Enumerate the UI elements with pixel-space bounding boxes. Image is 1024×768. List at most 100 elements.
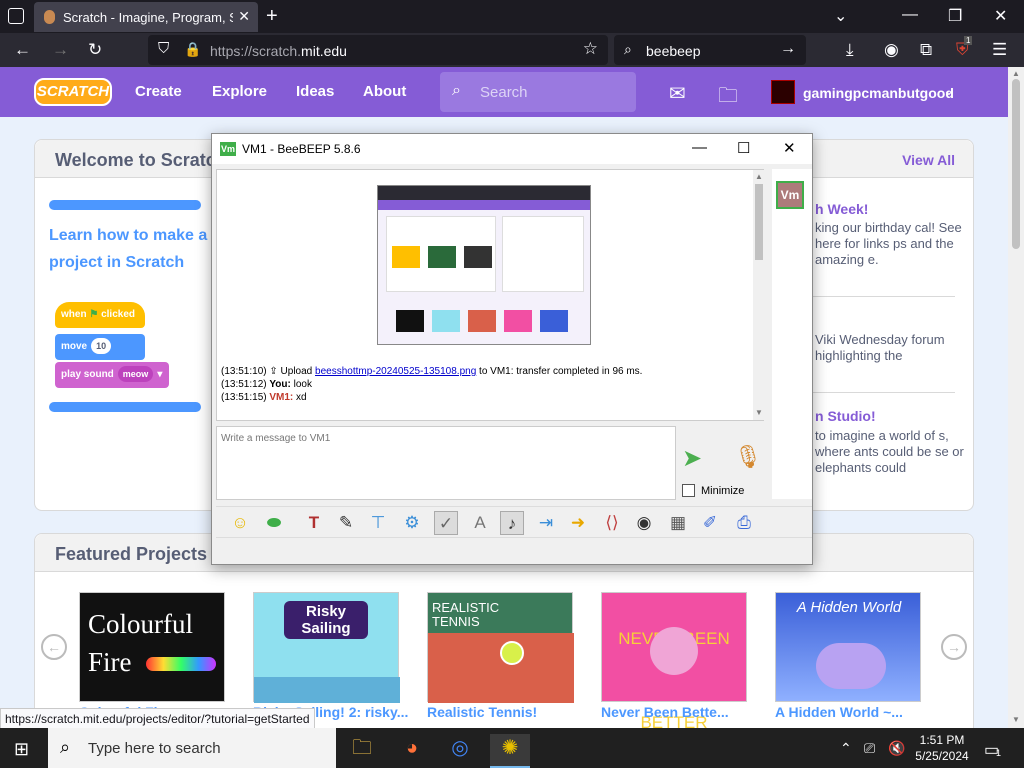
windows-start-icon[interactable]: ⊞ <box>14 739 29 760</box>
emoticons-icon[interactable]: ☺ <box>228 511 252 535</box>
file-explorer-icon[interactable]: 🗀 <box>342 734 382 768</box>
address-bar[interactable]: ⛉ 🔒 https://scratch.mit.edu ☆ <box>148 35 608 65</box>
menu-icon[interactable]: ☰ <box>992 40 1007 60</box>
project-title[interactable]: A Hidden World ~... <box>775 704 903 720</box>
html-code-icon[interactable]: ⟨⟩ <box>600 511 624 535</box>
close-tab-icon[interactable]: ✕ <box>238 8 250 25</box>
search-go-icon[interactable]: → <box>780 40 796 58</box>
my-stuff-folder-icon[interactable]: 🗀 <box>718 81 738 115</box>
beebeep-titlebar[interactable]: Vm VM1 - BeeBEEP 5.8.6 — ☐ ✕ <box>212 134 812 164</box>
search-bar[interactable]: ⌕ beebeep → <box>614 35 806 65</box>
username[interactable]: gamingpcmanbutgood <box>803 85 954 101</box>
project-title[interactable]: Realistic Tennis! <box>427 704 537 720</box>
tracking-protection-icon[interactable]: ⛉ <box>158 40 169 57</box>
list-all-tabs-icon[interactable] <box>8 8 24 24</box>
beebeep-taskbar-icon[interactable]: ✺ <box>490 734 530 768</box>
account-icon[interactable]: ◉ <box>884 40 899 60</box>
project-thumbnail[interactable]: NEVER BEEN BETTER <box>601 592 747 728</box>
user-vm1-avatar[interactable]: Vm <box>776 181 804 209</box>
chat-message: (13:51:12) You: look <box>221 379 312 390</box>
view-all-link[interactable]: View All <box>902 152 955 168</box>
chrome-icon[interactable]: ◎ <box>440 734 480 768</box>
nav-ideas[interactable]: Ideas <box>296 83 334 100</box>
send-message-icon[interactable]: ➤ <box>682 444 702 473</box>
system-clock[interactable]: 1:51 PM 5/25/2024 <box>912 732 972 764</box>
filter-icon[interactable]: ⊤ <box>366 511 390 535</box>
extensions-icon[interactable]: ⧉ <box>920 40 932 60</box>
thumbnail-text: Risky Sailing <box>284 601 368 639</box>
project-thumbnail[interactable]: A Hidden World <box>775 592 921 702</box>
learn-tutorial-link[interactable]: Learn how to make a project in Scratch <box>49 222 209 276</box>
scroll-down-icon[interactable]: ▼ <box>1012 715 1020 724</box>
scratch-search-input[interactable]: ⌕ Search <box>440 72 636 112</box>
send-file-icon[interactable]: ➜ <box>566 511 590 535</box>
tab-overflow-chevron-icon[interactable]: ⌄ <box>834 6 847 26</box>
bookmark-star-icon[interactable]: ☆ <box>583 39 598 59</box>
tutorial-card-top-bar <box>49 200 201 210</box>
carousel-next-button[interactable]: → <box>941 634 967 660</box>
taskbar-search-input[interactable]: ⌕ Type here to search <box>48 728 336 768</box>
scrollbar-thumb[interactable] <box>1012 79 1020 249</box>
window-restore-icon[interactable]: ❐ <box>948 6 962 26</box>
window-close-icon[interactable]: ✕ <box>783 139 796 157</box>
link-status-url: https://scratch.mit.edu/projects/editor/… <box>0 708 315 730</box>
scrollbar-thumb[interactable] <box>755 184 763 260</box>
project-title[interactable]: Never Been Bette... <box>601 704 729 720</box>
screenshot-tile <box>392 246 420 268</box>
tray-chevron-icon[interactable]: ⌃ <box>840 740 852 757</box>
message-input[interactable]: Write a message to VM1 <box>216 426 676 500</box>
uploaded-file-link[interactable]: beesshottmp-20240525-135108.png <box>315 366 476 377</box>
lock-icon[interactable]: 🔒 <box>184 41 201 58</box>
news-item-title[interactable]: h Week! <box>815 201 868 217</box>
scroll-up-icon[interactable]: ▲ <box>1012 69 1020 78</box>
color-icon[interactable]: ✎ <box>334 511 358 535</box>
microphone-icon[interactable]: 🎙 <box>734 444 762 470</box>
page-scrollbar[interactable]: ▲ ▼ <box>1008 67 1024 728</box>
chevron-down-icon[interactable]: ⌄ <box>943 82 955 99</box>
edit-icon[interactable]: ✐ <box>698 511 722 535</box>
window-minimize-icon[interactable]: — <box>902 6 918 24</box>
scroll-up-icon[interactable]: ▲ <box>755 172 763 181</box>
font-icon[interactable]: T <box>302 511 326 535</box>
spellcheck-icon[interactable]: ✓ <box>434 511 458 535</box>
scratch-logo[interactable]: SCRATCH <box>34 78 112 106</box>
project-thumbnail[interactable]: Colourful Fire <box>79 592 225 702</box>
network-icon[interactable]: ⎚ <box>864 740 875 757</box>
screenshot-icon[interactable]: ◉ <box>632 511 656 535</box>
firefox-icon[interactable]: ◕ <box>392 734 432 768</box>
reload-icon[interactable]: ↻ <box>88 40 102 60</box>
chat-scrollbar[interactable]: ▲ ▼ <box>753 170 765 420</box>
tab-scratch[interactable]: Scratch - Imagine, Program, Share ✕ <box>34 2 258 32</box>
settings-gear-icon[interactable]: ⚙ <box>400 511 424 535</box>
minimize-checkbox[interactable] <box>682 484 695 497</box>
project-thumbnail[interactable]: REALISTIC TENNIS <box>427 592 574 703</box>
window-minimize-icon[interactable]: — <box>692 139 707 156</box>
search-placeholder: Search <box>480 84 528 101</box>
record-icon[interactable]: ▦ <box>666 511 690 535</box>
avatar[interactable] <box>771 80 795 104</box>
save-chat-icon[interactable]: ⇥ <box>534 511 558 535</box>
screenshot-image[interactable] <box>377 185 591 345</box>
window-maximize-icon[interactable]: ☐ <box>737 139 750 157</box>
window-close-icon[interactable]: ✕ <box>994 6 1007 26</box>
new-tab-icon[interactable]: + <box>266 5 278 28</box>
back-icon[interactable]: ← <box>14 40 31 60</box>
messages-icon[interactable]: ✉ <box>669 81 686 106</box>
nudge-icon[interactable]: ⬬ <box>262 511 286 535</box>
tennis-ball-graphic <box>500 641 524 665</box>
scroll-down-icon[interactable]: ▼ <box>755 408 763 417</box>
nav-create[interactable]: Create <box>135 83 182 100</box>
text-size-icon[interactable]: A <box>468 511 492 535</box>
news-item-title[interactable]: n Studio! <box>815 408 876 424</box>
volume-muted-icon[interactable]: 🔇 <box>888 740 905 757</box>
sound-icon[interactable]: ♪ <box>500 511 524 535</box>
project-thumbnail[interactable]: Risky Sailing <box>253 592 400 703</box>
welcome-title: Welcome to Scratch <box>55 150 227 170</box>
carousel-prev-button[interactable]: ← <box>41 634 67 660</box>
chat-history[interactable]: (13:51:10) ⇪ Upload beesshottmp-20240525… <box>216 169 765 421</box>
downloads-icon[interactable]: ⤓ <box>846 40 854 60</box>
nav-about[interactable]: About <box>363 83 406 100</box>
forward-icon[interactable]: → <box>52 40 69 60</box>
nav-explore[interactable]: Explore <box>212 83 267 100</box>
save-icon[interactable]: ⎙ <box>732 511 756 535</box>
